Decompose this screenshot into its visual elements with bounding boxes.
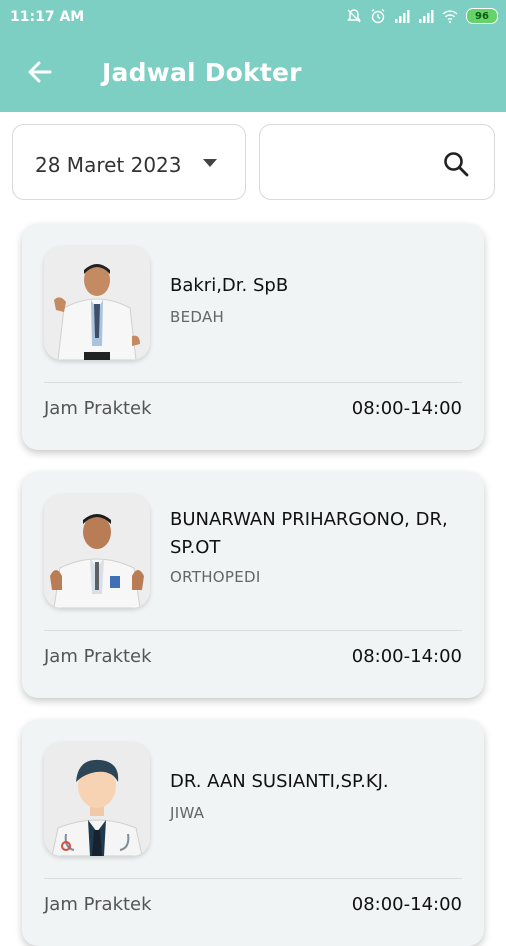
schedule-time: 08:00-14:00	[351, 646, 462, 667]
arrow-left-icon[interactable]	[26, 58, 54, 86]
schedule-label: Jam Praktek	[44, 398, 152, 419]
doctor-card[interactable]: DR. AAN SUSIANTI,SP.KJ. JIWA Jam Praktek…	[22, 720, 484, 946]
doctor-name: BUNARWAN PRIHARGONO, DR, SP.OT	[170, 509, 448, 558]
divider	[44, 878, 462, 879]
page-title: Jadwal Dokter	[102, 58, 302, 87]
schedule-label: Jam Praktek	[44, 894, 152, 915]
divider	[44, 382, 462, 383]
signal-icon	[419, 10, 434, 23]
doctor-card[interactable]: Bakri,Dr. SpB BEDAH Jam Praktek 08:00-14…	[22, 224, 484, 450]
divider	[44, 630, 462, 631]
search-icon[interactable]	[442, 150, 470, 178]
doctor-specialty: BEDAH	[170, 308, 225, 326]
doctor-specialty: ORTHOPEDI	[170, 568, 261, 586]
doctor-specialty: JIWA	[170, 804, 205, 822]
mute-bell-icon	[347, 9, 361, 23]
app-bar: Jadwal Dokter	[0, 34, 506, 112]
search-field[interactable]	[259, 124, 495, 200]
status-icons: 96	[346, 8, 498, 24]
doctor-card[interactable]: BUNARWAN PRIHARGONO, DR, SP.OT ORTHOPEDI…	[22, 472, 484, 698]
schedule-label: Jam Praktek	[44, 646, 152, 667]
doctor-name: Bakri,Dr. SpB	[170, 275, 289, 296]
date-dropdown[interactable]: 28 Maret 2023	[12, 124, 246, 200]
status-time: 11:17 AM	[10, 9, 85, 25]
date-value: 28 Maret 2023	[35, 153, 182, 177]
signal-icon	[395, 10, 410, 23]
schedule-time: 08:00-14:00	[351, 894, 462, 915]
doctor-photo	[44, 494, 150, 608]
schedule-time: 08:00-14:00	[351, 398, 462, 419]
battery-icon: 96	[466, 8, 498, 24]
search-input[interactable]	[274, 145, 438, 181]
doctor-photo	[44, 246, 150, 360]
alarm-icon	[371, 8, 385, 24]
doctor-name: DR. AAN SUSIANTI,SP.KJ.	[170, 771, 389, 792]
caret-down-icon	[203, 159, 217, 167]
doctor-avatar-illustration	[44, 742, 150, 856]
status-bar: 11:17 AM 96	[0, 0, 506, 34]
wifi-icon	[442, 10, 458, 24]
